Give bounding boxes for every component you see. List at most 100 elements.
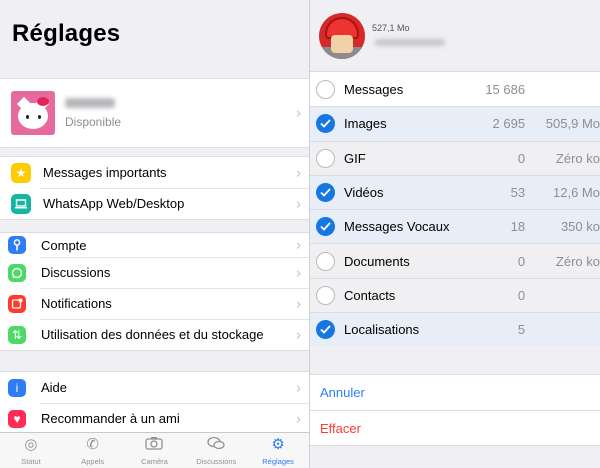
star-icon: ★ <box>11 162 31 183</box>
tab-label: Statut <box>21 457 41 466</box>
menu-item-label: Aide <box>41 380 68 395</box>
storage-detail-panel: 527,1 Mo Messages 15 686 Images 2 695 505,9 … <box>310 0 600 468</box>
media-row[interactable]: Images 2 695 505,9 Mo <box>310 106 600 141</box>
page-title: Réglages <box>12 20 121 47</box>
media-row[interactable]: Localisations 5 <box>310 312 600 347</box>
action-list: Annuler Effacer <box>310 374 600 446</box>
delete-button[interactable]: Effacer <box>310 410 600 445</box>
checkmark-circle-icon[interactable] <box>316 320 335 340</box>
checkmark-circle-icon[interactable] <box>316 183 335 203</box>
tab-chats[interactable]: Discussions <box>185 433 247 468</box>
chevron-right-icon: › <box>296 236 301 254</box>
menu-item-help[interactable]: i Aide › <box>0 372 309 403</box>
checkmark-circle-icon[interactable] <box>316 217 335 237</box>
data-arrows-icon: ⇅ <box>8 325 26 344</box>
chat-bubbles-icon <box>207 436 225 456</box>
menu-item-label: Discussions <box>41 265 111 280</box>
chevron-right-icon: › <box>296 379 301 396</box>
chevron-right-icon: › <box>296 195 301 212</box>
media-size: 350 ko <box>560 219 600 235</box>
media-count: 0 <box>517 150 526 166</box>
notification-icon <box>8 294 26 313</box>
chevron-right-icon: › <box>296 295 301 312</box>
media-row[interactable]: GIF 0 Zéro ko <box>310 140 600 175</box>
menu-item-whatsapp-web[interactable]: WhatsApp Web/Desktop › <box>0 188 309 219</box>
cancel-button[interactable]: Annuler <box>310 375 600 410</box>
empty-circle-icon[interactable] <box>316 285 335 305</box>
menu-item-label: Compte <box>41 237 87 253</box>
media-size: 505,9 Mo <box>545 116 600 132</box>
media-name: GIF <box>344 150 366 166</box>
phone-icon: ✆ <box>86 436 99 453</box>
menu-item-label: Utilisation des données et du stockage <box>41 327 264 342</box>
settings-group-1: ★ Messages importants › WhatsApp Web/Des… <box>0 156 309 220</box>
empty-circle-icon[interactable] <box>316 148 335 168</box>
menu-item-account[interactable]: Compte › <box>0 233 309 257</box>
menu-item-data-storage[interactable]: ⇅ Utilisation des données et du stockage… <box>0 319 309 350</box>
media-count: 0 <box>517 253 526 269</box>
checkmark-circle-icon[interactable] <box>316 114 335 134</box>
media-size: Zéro ko <box>555 150 600 166</box>
blurred-profile-name <box>65 97 115 108</box>
profile-row[interactable]: Disponible › <box>0 78 309 148</box>
media-row[interactable]: Messages 15 686 <box>310 72 600 106</box>
settings-panel: Réglages Disponible › ★ Messages importa… <box>0 0 309 468</box>
menu-item-starred-messages[interactable]: ★ Messages importants › <box>0 157 309 188</box>
whatsapp-icon <box>8 263 26 282</box>
media-name: Messages Vocaux <box>344 219 450 235</box>
tab-calls[interactable]: ✆ Appels <box>62 433 124 468</box>
media-count: 0 <box>517 287 526 303</box>
laptop-icon <box>11 193 31 214</box>
settings-group-2: Compte › Discussions › Notifications › ⇅… <box>0 232 309 351</box>
chevron-right-icon: › <box>296 104 301 122</box>
menu-item-label: Recommander à un ami <box>41 411 180 426</box>
menu-item-label: Notifications <box>41 296 112 311</box>
profile-status: Disponible <box>65 114 122 129</box>
chevron-right-icon: › <box>296 410 301 427</box>
media-row[interactable]: Documents 0 Zéro ko <box>310 243 600 278</box>
tab-label: Appels <box>81 457 105 466</box>
media-name: Localisations <box>344 322 420 338</box>
media-count: 18 <box>510 219 526 235</box>
status-icon: ◎ <box>24 436 38 453</box>
empty-circle-icon[interactable] <box>316 79 335 99</box>
tab-bar: ◎ Statut ✆ Appels Caméra Discussions ⚙ R… <box>0 432 309 468</box>
media-size: 12,6 Mo <box>553 185 600 201</box>
tab-camera[interactable]: Caméra <box>124 433 186 468</box>
chat-storage-header: 527,1 Mo <box>310 0 600 70</box>
menu-item-chats[interactable]: Discussions › <box>0 257 309 288</box>
tab-label: Caméra <box>141 457 168 466</box>
chevron-right-icon: › <box>296 164 301 181</box>
tab-label: Réglages <box>262 457 294 466</box>
empty-circle-icon[interactable] <box>316 251 335 271</box>
key-icon <box>8 236 26 254</box>
menu-item-label: WhatsApp Web/Desktop <box>43 196 185 211</box>
gear-icon: ⚙ <box>271 436 285 453</box>
menu-item-label: Messages importants <box>43 165 167 180</box>
media-name: Documents <box>344 253 410 269</box>
chevron-right-icon: › <box>296 326 301 343</box>
info-icon: i <box>8 378 26 397</box>
avatar <box>319 13 365 59</box>
media-name: Messages <box>344 81 404 97</box>
blurred-contact-name <box>375 39 445 46</box>
media-row[interactable]: Contacts 0 <box>310 277 600 313</box>
media-name: Images <box>344 116 387 132</box>
media-name: Vidéos <box>344 185 384 201</box>
media-count: 15 686 <box>485 81 526 97</box>
total-size: 527,1 Mo <box>372 23 410 33</box>
chevron-right-icon: › <box>296 264 301 281</box>
media-count: 2 695 <box>492 116 526 132</box>
avatar <box>11 91 55 135</box>
settings-group-3: i Aide › ♥ Recommander à un ami › <box>0 371 309 435</box>
tab-settings[interactable]: ⚙ Réglages <box>247 433 309 468</box>
menu-item-notifications[interactable]: Notifications › <box>0 288 309 319</box>
media-row[interactable]: Messages Vocaux 18 350 ko <box>310 209 600 244</box>
menu-item-tell-a-friend[interactable]: ♥ Recommander à un ami › <box>0 403 309 434</box>
media-count: 5 <box>517 322 526 338</box>
camera-icon <box>145 436 164 456</box>
media-row[interactable]: Vidéos 53 12,6 Mo <box>310 174 600 210</box>
media-size: Zéro ko <box>555 253 600 269</box>
tab-status[interactable]: ◎ Statut <box>0 433 62 468</box>
media-type-list: Messages 15 686 Images 2 695 505,9 Mo GIF 0 Zér… <box>310 71 600 347</box>
